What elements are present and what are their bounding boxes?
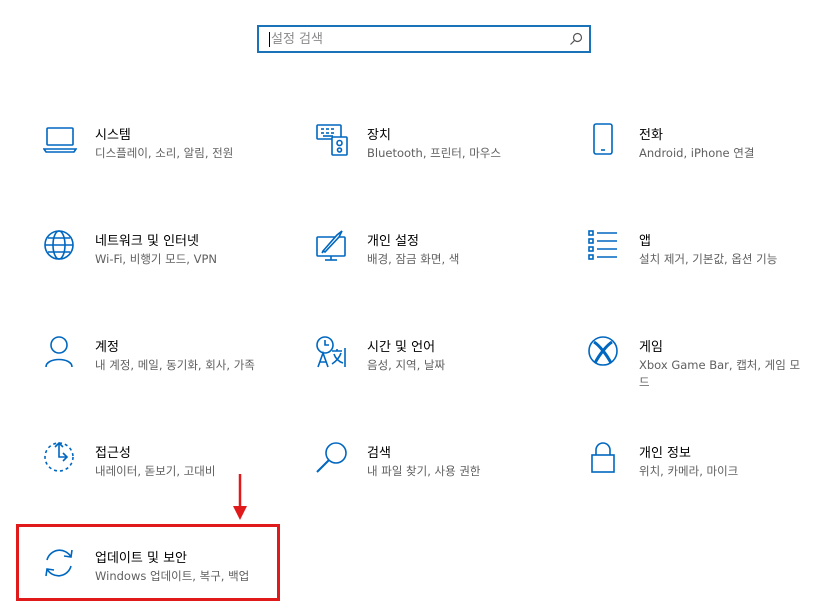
- tile-description: 내 파일 찾기, 사용 권한: [367, 464, 481, 478]
- tile-description: 디스플레이, 소리, 알림, 전원: [95, 146, 234, 160]
- tile-description: 내 계정, 메일, 동기화, 회사, 가족: [95, 358, 255, 372]
- tile-description: Wi-Fi, 비행기 모드, VPN: [95, 252, 218, 266]
- settings-tile-time-language[interactable]: 시간 및 언어 음성, 지역, 날짜: [315, 335, 565, 405]
- settings-tile-gaming[interactable]: 게임 Xbox Game Bar, 캡처, 게임 모드: [587, 335, 837, 405]
- tile-title: 장치: [367, 128, 391, 143]
- apps-list-icon: [587, 229, 621, 263]
- tile-description: 설치 제거, 기본값, 옵션 기능: [639, 252, 778, 266]
- settings-tile-phone[interactable]: 전화 Android, iPhone 연결: [587, 123, 837, 193]
- settings-tile-accessibility[interactable]: 접근성 내레이터, 돋보기, 고대비: [43, 441, 293, 511]
- tile-title: 앱: [639, 234, 651, 249]
- tile-description: Bluetooth, 프린터, 마우스: [367, 146, 501, 160]
- tile-title: 계정: [95, 340, 119, 355]
- tile-description: 위치, 카메라, 마이크: [639, 464, 739, 478]
- settings-tile-privacy[interactable]: 개인 정보 위치, 카메라, 마이크: [587, 441, 837, 511]
- tile-title: 개인 정보: [639, 446, 691, 461]
- tile-title: 시스템: [95, 128, 131, 143]
- xbox-icon: [587, 335, 621, 369]
- tile-title: 전화: [639, 128, 663, 143]
- tile-title: 접근성: [95, 446, 131, 461]
- tile-description: 배경, 잠금 화면, 색: [367, 252, 460, 266]
- tile-title: 네트워크 및 인터넷: [95, 234, 199, 249]
- tile-title: 검색: [367, 446, 391, 461]
- tile-title: 게임: [639, 340, 663, 355]
- lock-icon: [587, 441, 621, 475]
- text-caret: [269, 32, 270, 47]
- laptop-icon: [43, 123, 77, 157]
- search-box[interactable]: 설정 검색: [257, 25, 591, 53]
- time-language-icon: [315, 335, 349, 369]
- devices-icon: [315, 123, 349, 157]
- search-icon[interactable]: [569, 32, 583, 46]
- search-icon: [315, 441, 349, 475]
- person-icon: [43, 335, 77, 369]
- globe-icon: [43, 229, 77, 263]
- settings-tile-search[interactable]: 검색 내 파일 찾기, 사용 권한: [315, 441, 565, 511]
- settings-tile-accounts[interactable]: 계정 내 계정, 메일, 동기화, 회사, 가족: [43, 335, 293, 405]
- personalization-icon: [315, 229, 349, 263]
- settings-tile-personalization[interactable]: 개인 설정 배경, 잠금 화면, 색: [315, 229, 565, 299]
- highlight-box: [16, 524, 280, 601]
- tile-description: 음성, 지역, 날짜: [367, 358, 446, 372]
- settings-tile-apps[interactable]: 앱 설치 제거, 기본값, 옵션 기능: [587, 229, 837, 299]
- accessibility-icon: [43, 441, 77, 475]
- tile-title: 시간 및 언어: [367, 340, 436, 355]
- tile-description: Xbox Game Bar, 캡처, 게임 모드: [639, 358, 801, 389]
- search-placeholder: 설정 검색: [271, 32, 323, 47]
- phone-icon: [587, 123, 621, 157]
- down-arrow-annotation: [233, 474, 247, 520]
- settings-tile-devices[interactable]: 장치 Bluetooth, 프린터, 마우스: [315, 123, 565, 193]
- settings-tile-network[interactable]: 네트워크 및 인터넷 Wi-Fi, 비행기 모드, VPN: [43, 229, 293, 299]
- tile-title: 개인 설정: [367, 234, 419, 249]
- tile-description: Android, iPhone 연결: [639, 146, 755, 160]
- settings-tile-system[interactable]: 시스템 디스플레이, 소리, 알림, 전원: [43, 123, 293, 193]
